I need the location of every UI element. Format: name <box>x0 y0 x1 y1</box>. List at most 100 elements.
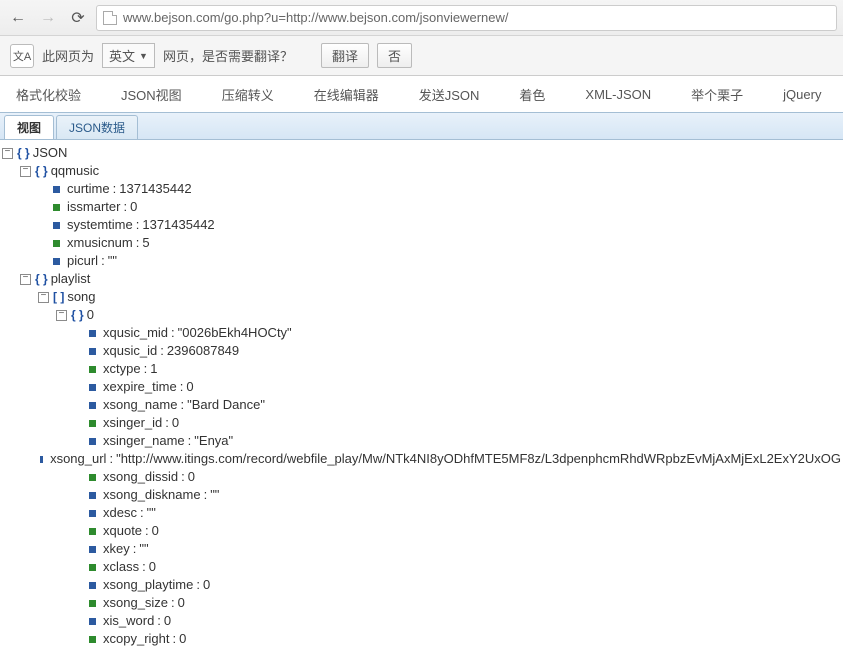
no-button[interactable]: 否 <box>377 43 412 68</box>
property-icon <box>89 402 96 409</box>
tree-node[interactable]: xdesc:"" <box>2 504 841 522</box>
property-icon <box>89 366 96 373</box>
tree-node[interactable]: xsong_url:"http://www.itings.com/record/… <box>2 450 841 468</box>
node-value: 0 <box>179 630 186 648</box>
collapse-icon[interactable]: − <box>20 166 31 177</box>
collapse-icon[interactable]: − <box>56 310 67 321</box>
node-key: playlist <box>51 270 91 288</box>
tree-node[interactable]: xqusic_id:2396087849 <box>2 342 841 360</box>
tree-node[interactable]: −[ ]song <box>2 288 841 306</box>
menu-item[interactable]: 压缩转义 <box>222 85 274 104</box>
collapse-icon[interactable]: − <box>2 148 13 159</box>
tree-node[interactable]: xsong_diskname:"" <box>2 486 841 504</box>
node-key: xclass <box>103 558 139 576</box>
node-value: 0 <box>203 576 210 594</box>
tree-node[interactable]: xsong_size:0 <box>2 594 841 612</box>
node-key: xsong_dissid <box>103 468 178 486</box>
tree-node[interactable]: picurl:"" <box>2 252 841 270</box>
menu-item[interactable]: 发送JSON <box>419 85 480 104</box>
object-icon: { } <box>35 270 48 288</box>
node-key: xdesc <box>103 504 137 522</box>
node-value: 0 <box>149 558 156 576</box>
tree-node[interactable]: issmarter:0 <box>2 198 841 216</box>
tree-node[interactable]: systemtime:1371435442 <box>2 216 841 234</box>
node-key: xqusic_id <box>103 342 157 360</box>
node-value: "Enya" <box>194 432 233 450</box>
menu-item[interactable]: XML-JSON <box>585 87 651 102</box>
node-value: "" <box>147 504 156 522</box>
tree-node[interactable]: −{ }playlist <box>2 270 841 288</box>
tab-view[interactable]: 视图 <box>4 115 54 139</box>
tree-node[interactable]: −{ }JSON <box>2 144 841 162</box>
menu-item[interactable]: 举个栗子 <box>691 85 743 104</box>
node-value: 0 <box>178 594 185 612</box>
forward-button[interactable]: → <box>36 6 60 30</box>
node-key: xsinger_name <box>103 432 185 450</box>
translate-icon: 文A <box>10 44 34 68</box>
menu-item[interactable]: JSON视图 <box>121 85 182 104</box>
object-icon: { } <box>17 144 30 162</box>
tree-node[interactable]: −{ }0 <box>2 306 841 324</box>
tree-node[interactable]: xcopy_right:0 <box>2 630 841 648</box>
property-icon <box>89 384 96 391</box>
tree-node[interactable]: xexpire_time:0 <box>2 378 841 396</box>
tree-node[interactable]: xis_word:0 <box>2 612 841 630</box>
node-value: 0 <box>172 414 179 432</box>
tab-json-data[interactable]: JSON数据 <box>56 115 138 139</box>
node-key: xsong_playtime <box>103 576 193 594</box>
node-value: 1371435442 <box>142 216 214 234</box>
menu-item[interactable]: jQuery <box>783 87 821 102</box>
node-value: "http://www.itings.com/record/webfile_pl… <box>116 450 841 468</box>
node-key: 0 <box>87 306 94 324</box>
tree-node[interactable]: xsong_dissid:0 <box>2 468 841 486</box>
collapse-icon[interactable]: − <box>38 292 49 303</box>
property-icon <box>89 582 96 589</box>
menu-item[interactable]: 格式化校验 <box>16 85 81 104</box>
property-icon <box>53 240 60 247</box>
object-icon: { } <box>71 306 84 324</box>
tree-node[interactable]: curtime:1371435442 <box>2 180 841 198</box>
array-icon: [ ] <box>53 288 64 306</box>
language-select[interactable]: 英文▼ <box>102 43 155 68</box>
node-value: 1 <box>150 360 157 378</box>
tree-node[interactable]: xctype:1 <box>2 360 841 378</box>
object-icon: { } <box>35 162 48 180</box>
node-key: xsong_size <box>103 594 168 612</box>
node-value: "" <box>139 540 148 558</box>
tree-node[interactable]: xsinger_id:0 <box>2 414 841 432</box>
node-key: picurl <box>67 252 98 270</box>
node-value: "Bard Dance" <box>187 396 265 414</box>
node-value: 0 <box>130 198 137 216</box>
translate-button[interactable]: 翻译 <box>321 43 369 68</box>
property-icon <box>89 600 96 607</box>
tree-node[interactable]: −{ }qqmusic <box>2 162 841 180</box>
tree-node[interactable]: xmusicnum:5 <box>2 234 841 252</box>
property-icon <box>89 510 96 517</box>
tree-node[interactable]: xkey:"" <box>2 540 841 558</box>
tree-node[interactable]: xsong_playtime:0 <box>2 576 841 594</box>
tree-node[interactable]: xqusic_mid:"0026bEkh4HOCty" <box>2 324 841 342</box>
tree-node[interactable]: xsong_name:"Bard Dance" <box>2 396 841 414</box>
property-icon <box>89 564 96 571</box>
property-icon <box>89 474 96 481</box>
node-value: 1371435442 <box>119 180 191 198</box>
node-value: 0 <box>164 612 171 630</box>
node-value: 5 <box>142 234 149 252</box>
node-key: xsong_name <box>103 396 177 414</box>
property-icon <box>89 528 96 535</box>
back-button[interactable]: ← <box>6 6 30 30</box>
node-value: 0 <box>186 378 193 396</box>
reload-button[interactable]: ⟳ <box>66 6 90 30</box>
tree-node[interactable]: xquote:0 <box>2 522 841 540</box>
menu-item[interactable]: 在线编辑器 <box>314 85 379 104</box>
address-bar[interactable]: www.bejson.com/go.php?u=http://www.bejso… <box>96 5 837 31</box>
collapse-icon[interactable]: − <box>20 274 31 285</box>
node-value: 0 <box>152 522 159 540</box>
menu-item[interactable]: 着色 <box>519 85 545 104</box>
tree-node[interactable]: xsinger_name:"Enya" <box>2 432 841 450</box>
url-text: www.bejson.com/go.php?u=http://www.bejso… <box>123 10 509 25</box>
browser-toolbar: ← → ⟳ www.bejson.com/go.php?u=http://www… <box>0 0 843 36</box>
property-icon <box>89 420 96 427</box>
property-icon <box>89 636 96 643</box>
tree-node[interactable]: xclass:0 <box>2 558 841 576</box>
